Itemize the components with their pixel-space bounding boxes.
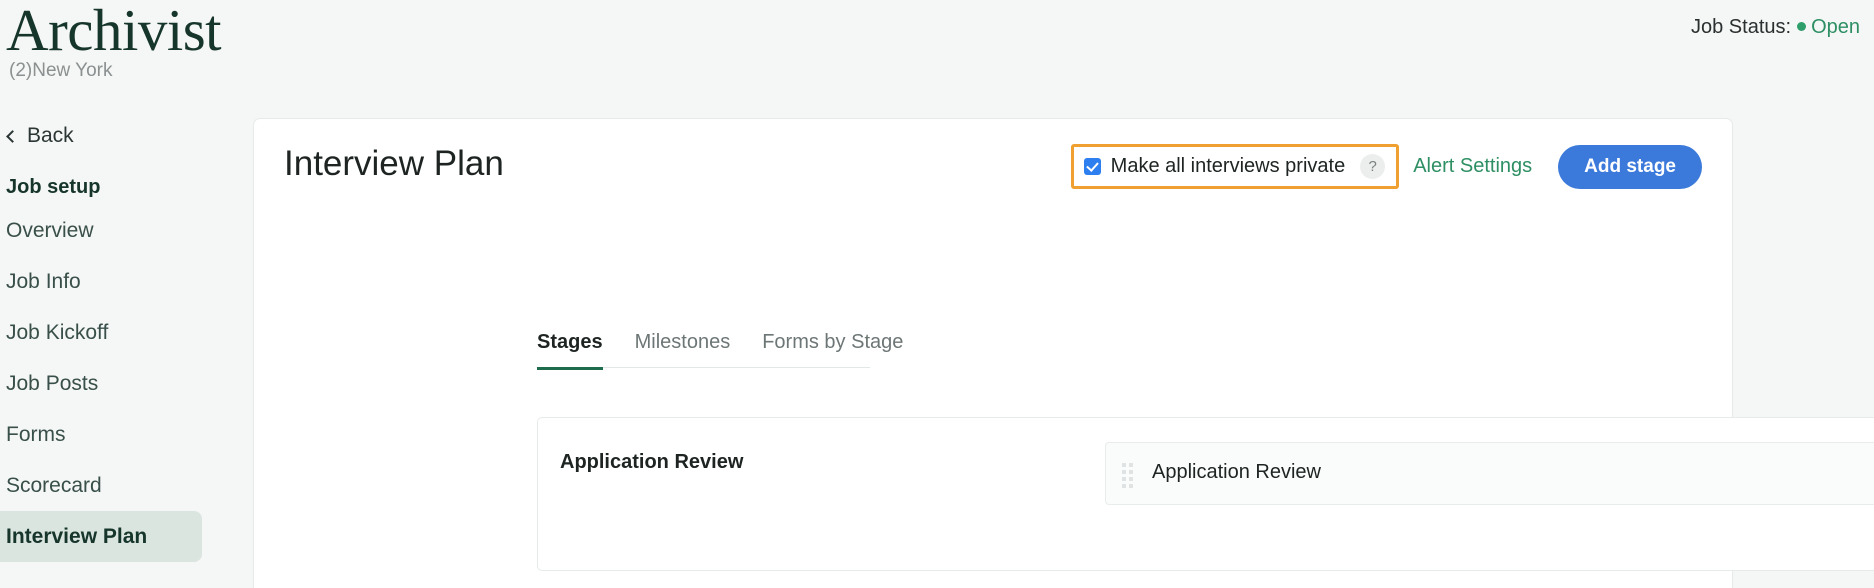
sidebar: Back Job setup Overview Job Info Job Kic… (0, 118, 250, 562)
sidebar-item-label: Job Posts (6, 371, 99, 395)
sidebar-item-job-info[interactable]: Job Info (0, 256, 250, 307)
alert-settings-link[interactable]: Alert Settings (1413, 155, 1532, 178)
sidebar-item-label: Forms (6, 422, 66, 446)
make-interviews-private-label: Make all interviews private (1110, 155, 1346, 177)
chevron-left-icon (6, 129, 19, 143)
job-location-subtitle: (2)New York (9, 60, 113, 81)
sidebar-item-scorecard[interactable]: Scorecard (0, 460, 250, 511)
sidebar-item-job-posts[interactable]: Job Posts (0, 358, 250, 409)
sidebar-item-label: Scorecard (6, 473, 102, 497)
stage-card[interactable]: Application Review Application Review (537, 417, 1874, 571)
sidebar-item-label: Job Kickoff (6, 320, 109, 344)
sidebar-item-interview-plan[interactable]: Interview Plan (0, 511, 202, 562)
interview-item[interactable]: Application Review (1105, 442, 1874, 505)
back-label: Back (27, 124, 74, 147)
job-status-label: Job Status: (1691, 16, 1792, 38)
tab-bar: Stages Milestones Forms by Stage (537, 331, 903, 370)
page-title: Archivist (6, 0, 222, 63)
interview-body: Application Review (1152, 459, 1321, 484)
stage-name: Application Review (560, 451, 744, 473)
tab-milestones[interactable]: Milestones (635, 331, 731, 354)
job-status: Job Status: Open (1691, 16, 1860, 39)
tab-label: Stages (537, 331, 603, 353)
tab-forms-by-stage[interactable]: Forms by Stage (762, 331, 903, 354)
panel-title: Interview Plan (284, 144, 504, 183)
panel-header-actions: Make all interviews private ? Alert Sett… (1070, 144, 1702, 189)
sidebar-item-label: Overview (6, 218, 94, 242)
drag-handle-icon[interactable] (1122, 459, 1134, 488)
sidebar-item-label: Interview Plan (6, 524, 148, 548)
sidebar-item-forms[interactable]: Forms (0, 409, 250, 460)
back-button[interactable]: Back (0, 118, 250, 154)
help-icon[interactable]: ? (1360, 154, 1386, 179)
tab-label: Milestones (634, 331, 731, 353)
sidebar-item-label: Job Info (6, 269, 81, 293)
stage-interviews: Application Review (1105, 442, 1874, 505)
sidebar-item-job-kickoff[interactable]: Job Kickoff (0, 307, 250, 358)
job-status-value: Open (1811, 16, 1860, 38)
make-interviews-private-highlight: Make all interviews private ? (1070, 144, 1400, 189)
status-dot-icon (1797, 22, 1807, 32)
stage-list: Application Review Application Review Pr… (537, 417, 1874, 588)
stage-header: Application Review (560, 442, 1105, 474)
main-panel: Interview Plan Make all interviews priva… (253, 118, 1874, 588)
tab-label: Forms by Stage (762, 331, 904, 353)
interview-name: Application Review (1152, 461, 1321, 483)
sidebar-section-job-setup: Job setup (6, 176, 101, 198)
app-root: Archivist (2)New York Job Status: Open Ba… (0, 0, 1874, 588)
make-interviews-private-checkbox[interactable] (1083, 158, 1101, 175)
tab-stages[interactable]: Stages (537, 331, 603, 370)
top-header: Archivist (2)New York Job Status: Open (0, 0, 1874, 110)
add-stage-button[interactable]: Add stage (1558, 144, 1702, 189)
sidebar-item-overview[interactable]: Overview (0, 205, 250, 256)
